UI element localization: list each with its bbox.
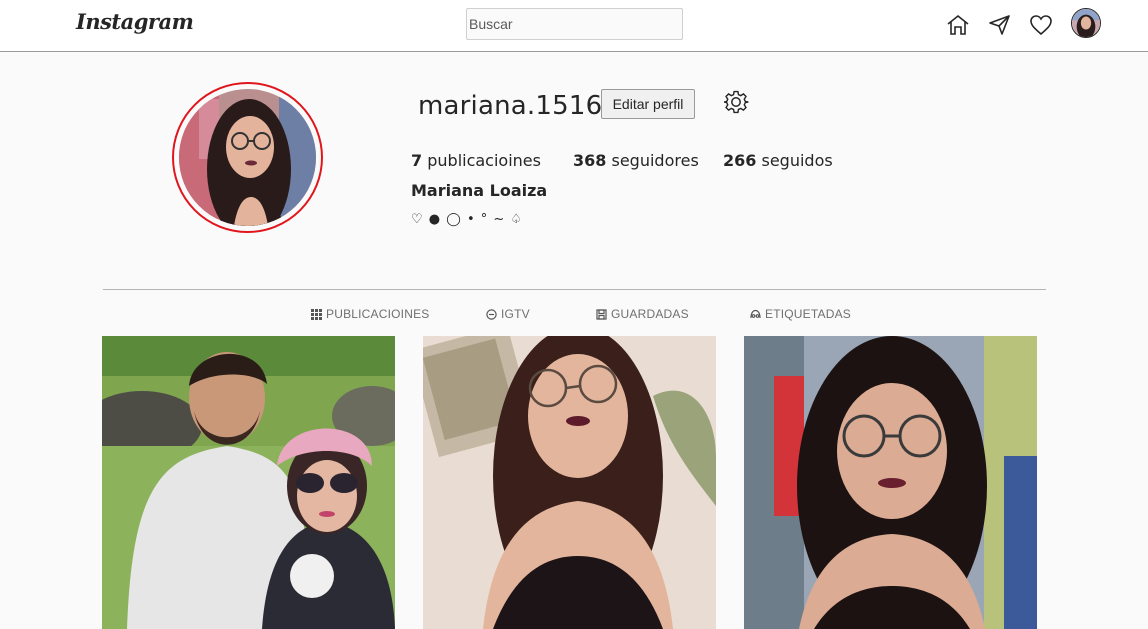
tag-icon bbox=[750, 309, 761, 320]
stat-followers[interactable]: 368 seguidores bbox=[573, 151, 699, 170]
instagram-logo[interactable]: Instagram bbox=[76, 9, 194, 34]
stat-following[interactable]: 266 seguidos bbox=[723, 151, 833, 170]
profile-photo bbox=[179, 89, 316, 226]
tab-label: IGTV bbox=[501, 307, 530, 321]
tab-publicaciones[interactable]: PUBLICACIOINES bbox=[311, 306, 430, 322]
igtv-icon bbox=[486, 308, 497, 320]
edit-profile-button[interactable]: Editar perfil bbox=[601, 89, 695, 119]
tab-etiquetadas[interactable]: ETIQUETADAS bbox=[750, 306, 851, 322]
stat-label: seguidores bbox=[611, 151, 699, 170]
tab-igtv[interactable]: IGTV bbox=[486, 306, 530, 322]
search-input[interactable] bbox=[466, 8, 683, 40]
avatar[interactable] bbox=[1071, 8, 1101, 38]
tabs-divider bbox=[103, 289, 1046, 290]
post-thumbnail[interactable] bbox=[102, 336, 395, 629]
heart-icon[interactable] bbox=[1028, 12, 1054, 38]
stat-count: 266 bbox=[723, 151, 757, 170]
post-thumbnail[interactable] bbox=[744, 336, 1037, 629]
photo-portrait bbox=[744, 336, 1037, 629]
stat-label: seguidos bbox=[761, 151, 833, 170]
profile-picture[interactable] bbox=[172, 82, 323, 233]
photo-selfie bbox=[423, 336, 716, 629]
profile-bio: ♡ ● ◯ • ° ~ ♤ bbox=[411, 212, 524, 227]
paper-plane-icon[interactable] bbox=[987, 12, 1013, 38]
tab-label: ETIQUETADAS bbox=[765, 307, 851, 321]
stat-count: 7 bbox=[411, 151, 423, 170]
gear-icon[interactable] bbox=[723, 89, 749, 115]
profile-full-name: Mariana Loaiza bbox=[411, 181, 548, 200]
tab-guardadas[interactable]: GUARDADAS bbox=[596, 306, 689, 322]
stat-posts[interactable]: 7 publicacioines bbox=[411, 151, 541, 170]
tab-label: PUBLICACIOINES bbox=[326, 307, 430, 321]
stat-count: 368 bbox=[573, 151, 607, 170]
home-icon[interactable] bbox=[945, 12, 971, 38]
top-navbar: Instagram bbox=[0, 0, 1148, 52]
bookmark-icon bbox=[596, 308, 607, 320]
photo-couple bbox=[102, 336, 395, 629]
profile-username: mariana.1516 bbox=[418, 91, 603, 121]
grid-icon bbox=[311, 308, 322, 320]
stat-label: publicacioines bbox=[427, 151, 541, 170]
post-thumbnail[interactable] bbox=[423, 336, 716, 629]
tab-label: GUARDADAS bbox=[611, 307, 689, 321]
